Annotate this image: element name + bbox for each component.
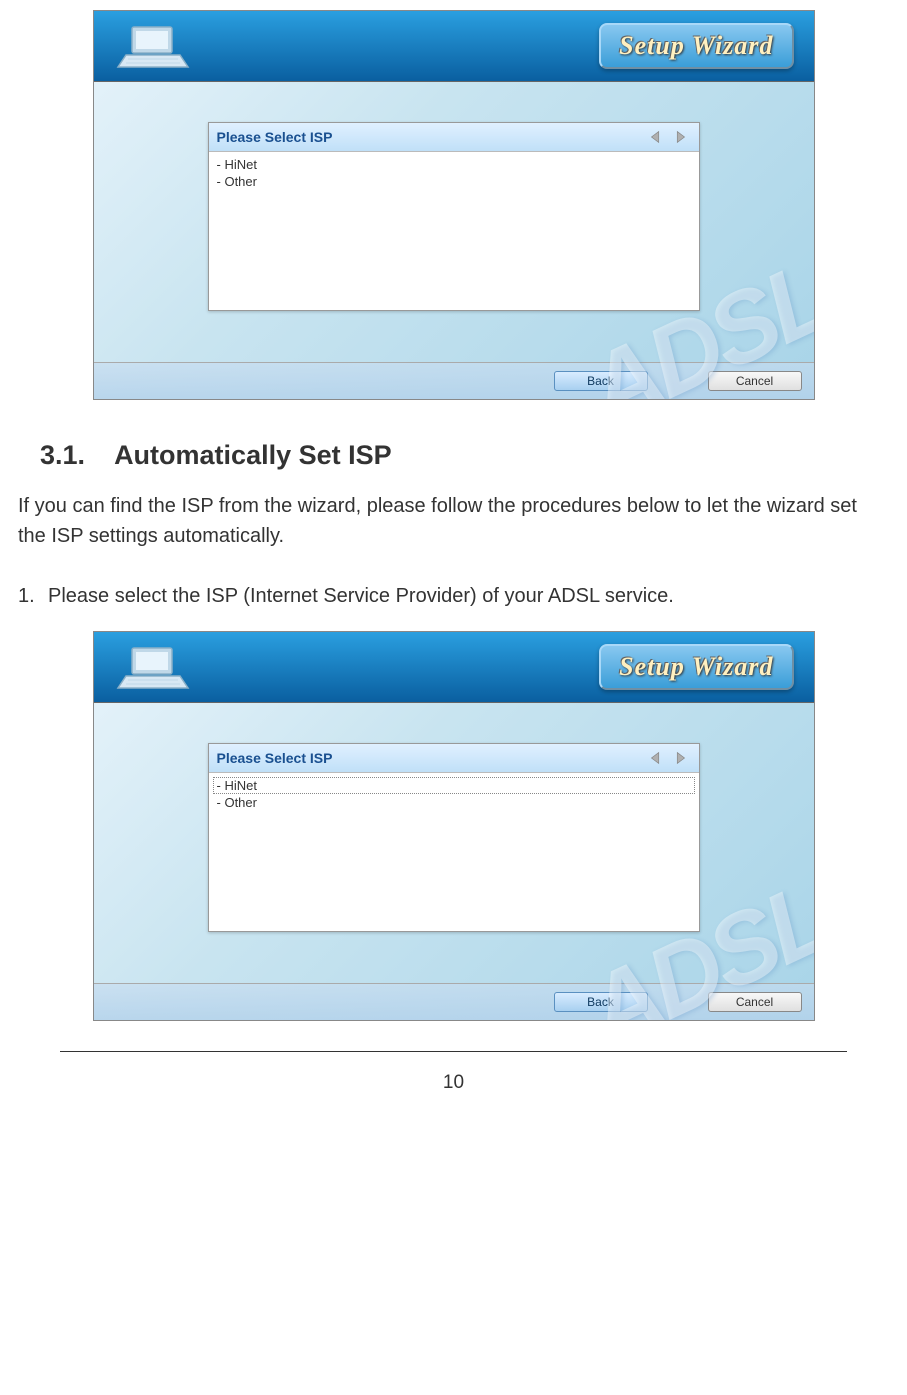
wizard-body: ADSL Please Select ISP - HiNet - — [94, 703, 814, 983]
wizard-screenshot-1: Setup Wizard ADSL Please Select ISP — [93, 10, 815, 400]
isp-item-other[interactable]: - Other — [213, 173, 695, 190]
arrow-left-icon[interactable] — [645, 127, 667, 147]
arrow-right-icon[interactable] — [669, 127, 691, 147]
isp-panel: Please Select ISP - HiNet - Other — [208, 743, 700, 932]
isp-item-hinet-selected[interactable]: - HiNet — [213, 777, 695, 794]
section-number: 3.1. — [40, 440, 85, 470]
cancel-button[interactable]: Cancel — [708, 371, 802, 391]
isp-list: - HiNet - Other — [209, 773, 699, 931]
isp-panel-label: Please Select ISP — [217, 750, 333, 766]
step-1-number: 1. — [18, 581, 48, 611]
wizard-title: Setup Wizard — [619, 652, 773, 681]
nav-arrows — [645, 748, 691, 768]
section-intro: If you can find the ISP from the wizard,… — [18, 491, 889, 551]
step-1: 1. Please select the ISP (Internet Servi… — [18, 581, 889, 611]
wizard-title-box: Setup Wizard — [599, 23, 793, 69]
isp-list: - HiNet - Other — [209, 152, 699, 310]
laptop-icon — [114, 21, 194, 71]
wizard-header: Setup Wizard — [94, 632, 814, 703]
wizard-screenshot-2: Setup Wizard ADSL Please Select ISP — [93, 631, 815, 1021]
isp-panel-header: Please Select ISP — [209, 123, 699, 152]
cancel-button[interactable]: Cancel — [708, 992, 802, 1012]
isp-panel-header: Please Select ISP — [209, 744, 699, 773]
section-title: Automatically Set ISP — [114, 440, 392, 470]
wizard-title: Setup Wizard — [619, 31, 773, 60]
isp-item-other[interactable]: - Other — [213, 794, 695, 811]
wizard-header: Setup Wizard — [94, 11, 814, 82]
isp-panel: Please Select ISP - HiNet - Other — [208, 122, 700, 311]
step-1-text: Please select the ISP (Internet Service … — [48, 581, 674, 611]
isp-panel-label: Please Select ISP — [217, 129, 333, 145]
back-button[interactable]: Back — [554, 371, 648, 391]
laptop-icon — [114, 642, 194, 692]
nav-arrows — [645, 127, 691, 147]
wizard-body: ADSL Please Select ISP - HiNet - — [94, 82, 814, 362]
page-number: 10 — [10, 1052, 897, 1104]
wizard-footer: Back Cancel — [94, 983, 814, 1020]
wizard-title-box: Setup Wizard — [599, 644, 793, 690]
wizard-footer: Back Cancel — [94, 362, 814, 399]
arrow-right-icon[interactable] — [669, 748, 691, 768]
section-heading: 3.1. Automatically Set ISP — [40, 440, 897, 471]
arrow-left-icon[interactable] — [645, 748, 667, 768]
isp-item-hinet[interactable]: - HiNet — [213, 156, 695, 173]
back-button[interactable]: Back — [554, 992, 648, 1012]
